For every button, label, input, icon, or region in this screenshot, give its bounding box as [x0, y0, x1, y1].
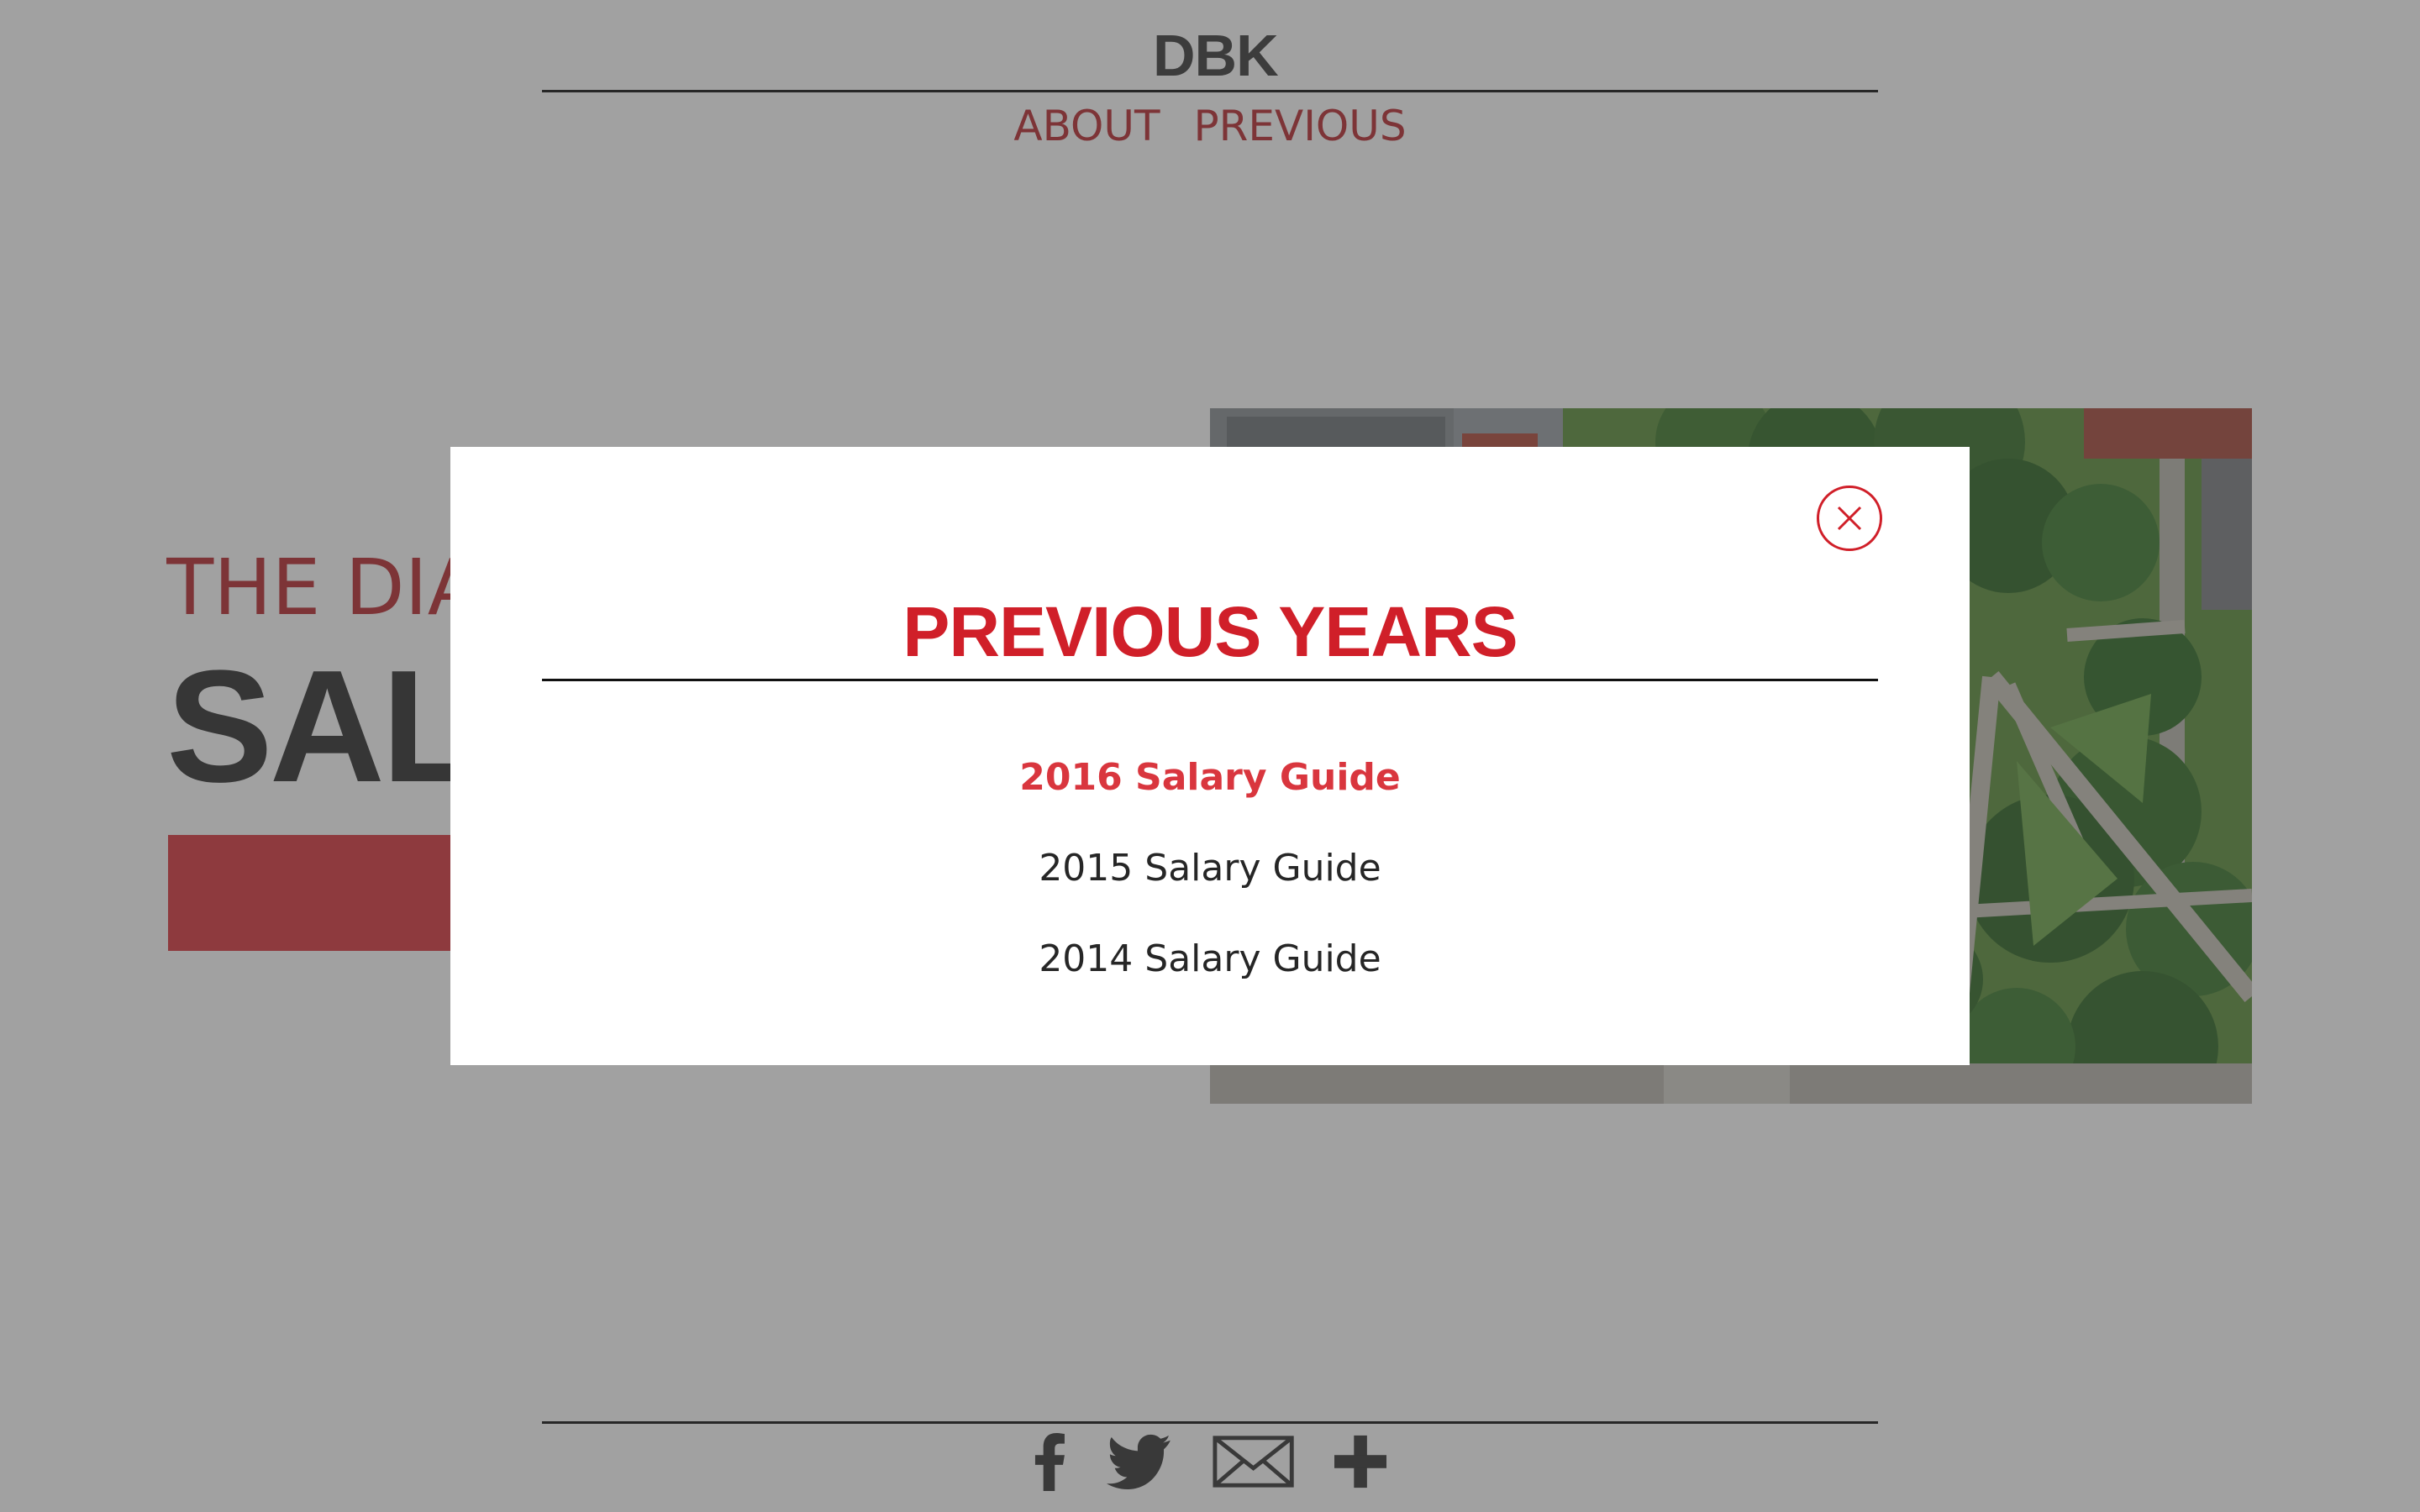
modal-title: PREVIOUS YEARS: [902, 592, 1518, 671]
salary-guide-2014-link[interactable]: 2014 Salary Guide: [1039, 934, 1381, 984]
salary-guide-2015-link[interactable]: 2015 Salary Guide: [1039, 843, 1381, 894]
list-item: 2015 Salary Guide: [450, 823, 1970, 914]
salary-guide-list: 2016 Salary Guide 2015 Salary Guide 2014…: [450, 732, 1970, 1005]
close-button[interactable]: [1817, 486, 1882, 551]
modal-title-divider: [542, 679, 1878, 681]
close-icon: [1837, 506, 1862, 531]
salary-guide-2016-link[interactable]: 2016 Salary Guide: [1019, 753, 1401, 803]
list-item: 2016 Salary Guide: [450, 732, 1970, 823]
previous-years-modal: PREVIOUS YEARS 2016 Salary Guide 2015 Sa…: [450, 447, 1970, 1065]
list-item: 2014 Salary Guide: [450, 914, 1970, 1005]
